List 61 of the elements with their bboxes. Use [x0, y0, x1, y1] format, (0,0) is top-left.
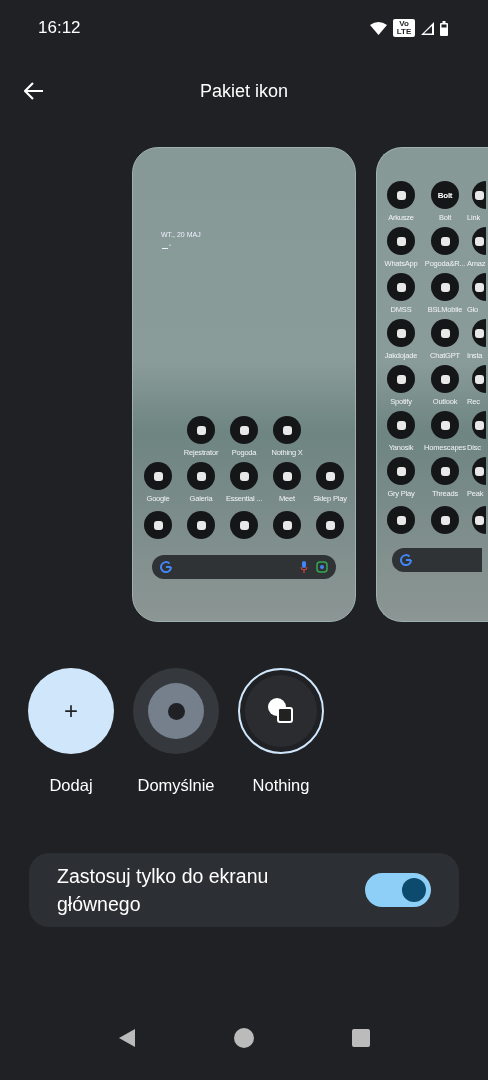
wifi-icon — [370, 21, 387, 35]
app-icon[interactable] — [387, 506, 415, 534]
app-icon[interactable] — [387, 411, 415, 439]
app-icon[interactable] — [431, 273, 459, 301]
toggle-switch[interactable] — [365, 873, 431, 907]
app-icon[interactable] — [187, 462, 215, 490]
google-g-icon — [160, 561, 172, 573]
app-icon[interactable] — [431, 227, 459, 255]
app-icon[interactable] — [230, 416, 258, 444]
home-icon[interactable] — [234, 1028, 254, 1048]
search-bar[interactable] — [152, 555, 336, 579]
app-icon[interactable] — [387, 227, 415, 255]
app-icon[interactable] — [431, 411, 459, 439]
search-bar[interactable] — [392, 548, 482, 572]
weather-widget-icon — [162, 244, 172, 249]
app-icon[interactable] — [387, 365, 415, 393]
app-icon[interactable] — [472, 319, 486, 347]
app-icon[interactable] — [431, 319, 459, 347]
app-icon[interactable] — [230, 462, 258, 490]
page-title: Pakiet ikon — [199, 80, 289, 102]
app-icon[interactable] — [387, 273, 415, 301]
battery-icon — [440, 20, 448, 36]
app-icon[interactable] — [431, 365, 459, 393]
camera-lens-icon[interactable] — [316, 561, 328, 573]
app-icon[interactable] — [273, 462, 301, 490]
volte-icon: Vo LTE — [393, 19, 415, 37]
app-icon[interactable] — [472, 411, 486, 439]
app-icon[interactable] — [230, 511, 258, 539]
signal-icon — [421, 21, 434, 35]
app-icon[interactable] — [387, 181, 415, 209]
app-icon[interactable] — [273, 511, 301, 539]
app-icon[interactable] — [472, 227, 486, 255]
app-icon[interactable]: Bolt — [431, 181, 459, 209]
option-label: Nothing — [252, 776, 310, 795]
status-time: 16:12 — [38, 18, 81, 38]
app-icon[interactable] — [472, 365, 486, 393]
app-icon[interactable] — [187, 511, 215, 539]
app-icon[interactable] — [387, 457, 415, 485]
google-g-icon — [400, 554, 412, 566]
app-icon[interactable] — [387, 319, 415, 347]
app-icon[interactable] — [316, 511, 344, 539]
app-icon[interactable] — [431, 506, 459, 534]
app-icon[interactable] — [316, 462, 344, 490]
app-icon[interactable] — [472, 181, 486, 209]
overlapping-shapes-icon — [266, 696, 296, 726]
back-arrow-icon[interactable] — [24, 82, 44, 100]
app-icon[interactable] — [472, 273, 486, 301]
option-label: Domyślnie — [137, 776, 215, 795]
back-icon[interactable] — [118, 1028, 136, 1048]
option-label: Dodaj — [49, 776, 93, 795]
icon-pack-option[interactable]: + — [28, 668, 114, 754]
app-icon[interactable] — [273, 416, 301, 444]
dot-ring-icon — [148, 683, 204, 739]
app-icon[interactable] — [472, 457, 486, 485]
setting-label: Zastosuj tylko do ekranu głównego — [57, 864, 270, 917]
app-icon[interactable] — [144, 462, 172, 490]
microphone-icon[interactable] — [300, 561, 308, 573]
app-icon[interactable] — [431, 457, 459, 485]
app-icon[interactable] — [472, 506, 486, 534]
app-icon[interactable] — [144, 511, 172, 539]
app-icon[interactable] — [187, 416, 215, 444]
